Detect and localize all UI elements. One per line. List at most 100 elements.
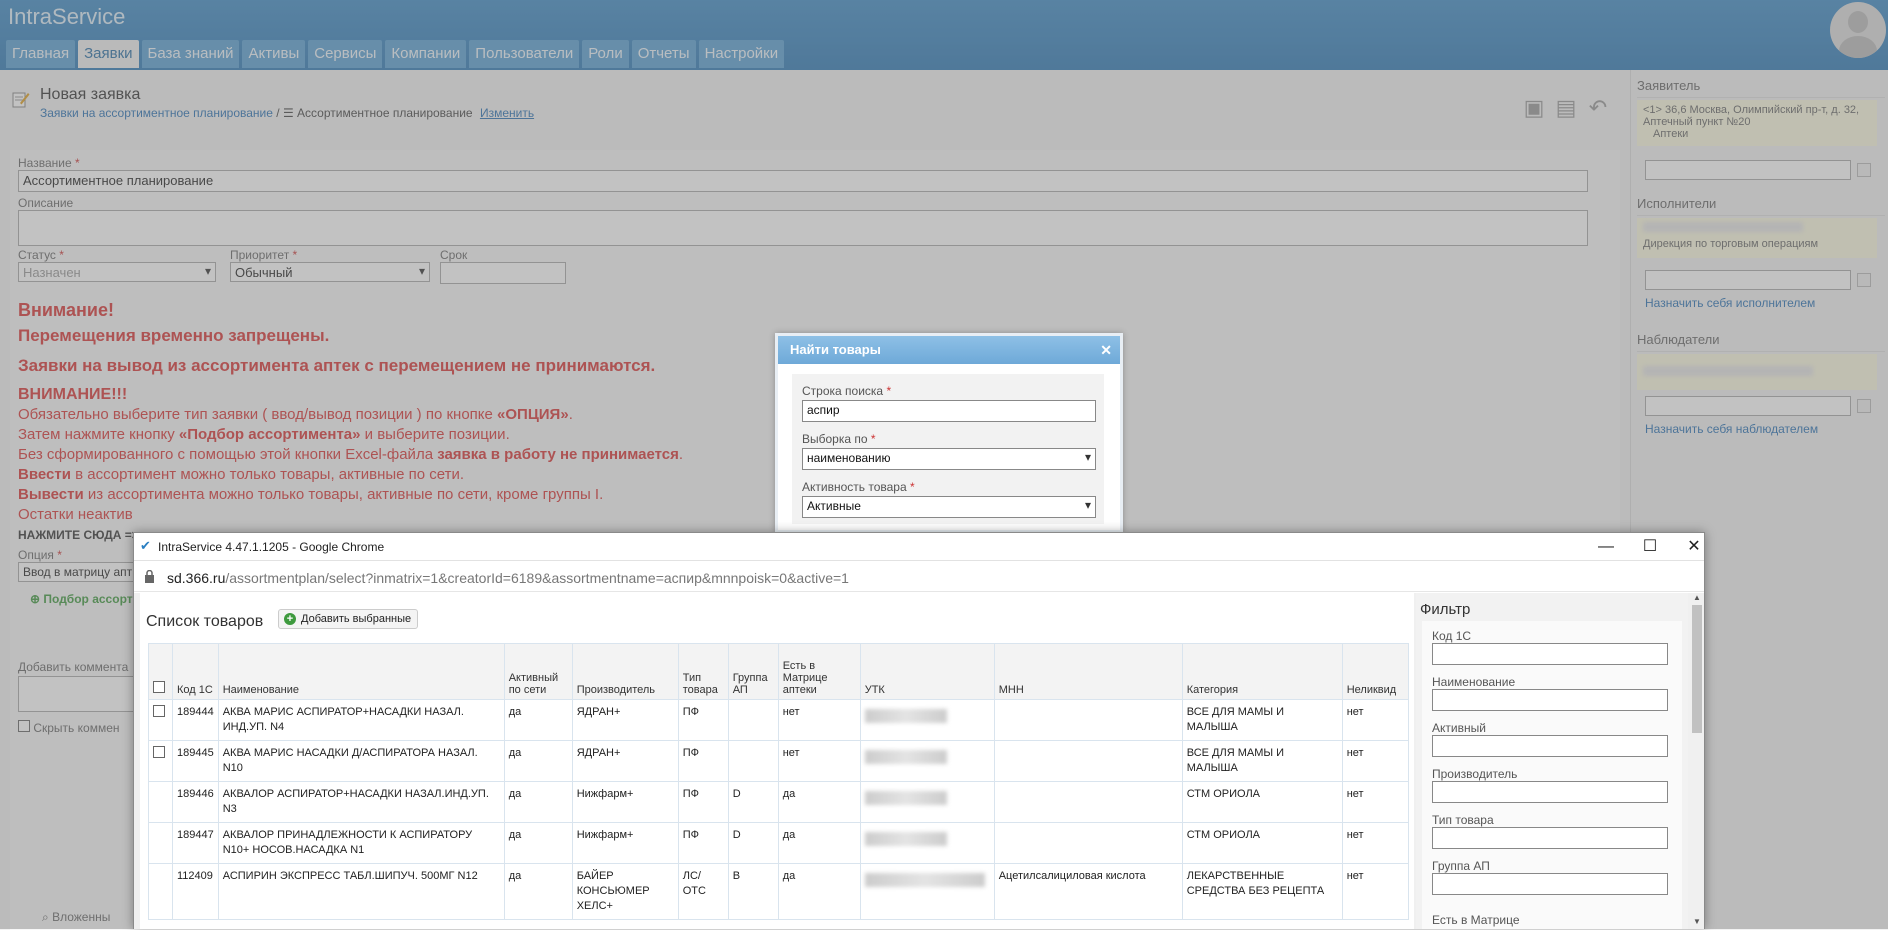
select-all-checkbox[interactable] bbox=[153, 681, 165, 693]
cell-active: да bbox=[503, 699, 573, 741]
filter-pane: Фильтр Код 1С Наименование Активный Прои… bbox=[1416, 593, 1688, 929]
cell-type: ЛС/ОТС bbox=[677, 863, 729, 920]
utk-blurred-value bbox=[864, 709, 947, 723]
filter-title: Фильтр bbox=[1420, 601, 1471, 618]
select-cell[interactable] bbox=[148, 699, 173, 741]
table-row[interactable]: 189444 АКВА МАРИС АСПИРАТОР+НАСАДКИ НАЗАЛ… bbox=[148, 699, 1409, 741]
url-text[interactable]: sd.366.ru/assortmentplan/select?inmatrix… bbox=[167, 570, 849, 586]
filter-input-group[interactable] bbox=[1432, 873, 1668, 895]
filter-input-name[interactable] bbox=[1432, 689, 1668, 711]
filter-input-maker[interactable] bbox=[1432, 781, 1668, 803]
select-by-dropdown[interactable]: наименованию bbox=[802, 448, 1096, 470]
dialog-title: Найти товары bbox=[790, 342, 881, 357]
products-table-body: 189444 АКВА МАРИС АСПИРАТОР+НАСАДКИ НАЗАЛ… bbox=[148, 699, 1409, 920]
cell-type: ПФ bbox=[677, 822, 729, 864]
vertical-scrollbar[interactable]: ▲ ▼ bbox=[1690, 593, 1704, 929]
filter-input-type[interactable] bbox=[1432, 827, 1668, 849]
col-active[interactable]: Активный по сети bbox=[503, 643, 573, 700]
cell-group: B bbox=[727, 863, 779, 920]
select-by-label: Выборка по * bbox=[802, 432, 876, 446]
cell-matrix: да bbox=[777, 822, 861, 864]
cell-type: ПФ bbox=[677, 699, 729, 741]
select-cell[interactable] bbox=[148, 740, 173, 782]
cell-type: ПФ bbox=[677, 781, 729, 823]
dialog-body: Строка поиска * аспир Выборка по * наиме… bbox=[792, 374, 1104, 524]
filter-input-active[interactable] bbox=[1432, 735, 1668, 757]
popup-content: Список товаров + Добавить выбранные Код … bbox=[134, 593, 1704, 929]
col-type[interactable]: Тип товара bbox=[677, 643, 729, 700]
col-name[interactable]: Наименование bbox=[217, 643, 505, 700]
cell-maker: БАЙЕР КОНСЬЮМЕР ХЕЛС+ bbox=[571, 863, 679, 920]
activity-dropdown[interactable]: Активные bbox=[802, 496, 1096, 518]
minimize-button[interactable]: — bbox=[1586, 535, 1626, 559]
select-cell[interactable] bbox=[148, 863, 173, 920]
activity-label: Активность товара * bbox=[802, 480, 915, 494]
col-utk[interactable]: УТК bbox=[859, 643, 995, 700]
maximize-button[interactable]: ☐ bbox=[1630, 535, 1670, 559]
plus-icon: + bbox=[284, 613, 296, 625]
close-icon[interactable]: ✕ bbox=[1100, 336, 1112, 364]
cell-utk bbox=[859, 822, 995, 864]
add-selected-button[interactable]: + Добавить выбранные bbox=[278, 609, 419, 629]
table-row[interactable]: 189447 АКВАЛОР ПРИНАДЛЕЖНОСТИ К АСПИРАТОР… bbox=[148, 822, 1409, 864]
cell-active: да bbox=[503, 822, 573, 864]
filter-label-matrix: Есть в Матрице bbox=[1432, 913, 1520, 927]
filter-label-active: Активный bbox=[1432, 721, 1486, 735]
cell-matrix: да bbox=[777, 863, 861, 920]
cell-matrix: нет bbox=[777, 699, 861, 741]
col-illiquid[interactable]: Неликвид bbox=[1341, 643, 1409, 700]
window-close-button[interactable]: ✕ bbox=[1674, 535, 1714, 559]
cell-category: ВСЕ ДЛЯ МАМЫ И МАЛЫША bbox=[1181, 740, 1343, 782]
utk-blurred-value bbox=[864, 873, 985, 887]
table-header-row: Код 1С Наименование Активный по сети Про… bbox=[148, 643, 1409, 700]
filter-label-maker: Производитель bbox=[1432, 767, 1518, 781]
table-row[interactable]: 189446 АКВАЛОР АСПИРАТОР+НАСАДКИ НАЗАЛ.ИН… bbox=[148, 781, 1409, 823]
scroll-down-icon[interactable]: ▼ bbox=[1693, 917, 1701, 926]
products-table: Код 1С Наименование Активный по сети Про… bbox=[148, 643, 1409, 920]
filter-label-type: Тип товара bbox=[1432, 813, 1494, 827]
add-selected-label: Добавить выбранные bbox=[301, 613, 412, 625]
cell-name: АКВАЛОР ПРИНАДЛЕЖНОСТИ К АСПИРАТОРУ N10+… bbox=[217, 822, 505, 864]
col-category[interactable]: Категория bbox=[1181, 643, 1343, 700]
row-checkbox[interactable] bbox=[153, 746, 165, 758]
col-matrix[interactable]: Есть в Матрице аптеки bbox=[777, 643, 861, 700]
cell-code: 189445 bbox=[172, 740, 219, 782]
scrollbar-thumb[interactable] bbox=[1692, 605, 1702, 733]
cell-utk bbox=[859, 740, 995, 782]
cell-name: АКВА МАРИС НАСАДКИ Д/АСПИРАТОРА НАЗАЛ. N… bbox=[217, 740, 505, 782]
select-all-cell[interactable] bbox=[148, 643, 173, 700]
cell-type: ПФ bbox=[677, 740, 729, 782]
select-cell[interactable] bbox=[148, 781, 173, 823]
utk-blurred-value bbox=[864, 832, 947, 846]
chrome-popup-window: ✔ IntraService 4.47.1.1205 - Google Chro… bbox=[133, 532, 1705, 929]
cell-code: 112409 bbox=[172, 863, 219, 920]
cell-code: 189446 bbox=[172, 781, 219, 823]
col-code[interactable]: Код 1С bbox=[172, 643, 219, 700]
cell-maker: ЯДРАН+ bbox=[571, 699, 679, 741]
col-maker[interactable]: Производитель bbox=[571, 643, 679, 700]
filter-box: Код 1С Наименование Активный Производите… bbox=[1422, 621, 1682, 929]
cell-illiquid: нет bbox=[1341, 822, 1409, 864]
cell-utk bbox=[859, 699, 995, 741]
cell-utk bbox=[859, 781, 995, 823]
row-checkbox[interactable] bbox=[153, 705, 165, 717]
filter-input-code[interactable] bbox=[1432, 643, 1668, 665]
cell-name: АКВА МАРИС АСПИРАТОР+НАСАДКИ НАЗАЛ. ИНД.… bbox=[217, 699, 505, 741]
select-cell[interactable] bbox=[148, 822, 173, 864]
cell-active: да bbox=[503, 781, 573, 823]
cell-group bbox=[727, 699, 779, 741]
cell-matrix: да bbox=[777, 781, 861, 823]
address-bar[interactable]: sd.366.ru/assortmentplan/select?inmatrix… bbox=[134, 562, 1704, 592]
col-group[interactable]: Группа АП bbox=[727, 643, 779, 700]
filter-label-name: Наименование bbox=[1432, 675, 1516, 689]
cell-illiquid: нет bbox=[1341, 740, 1409, 782]
cell-category: СТМ ОРИОЛА bbox=[1181, 822, 1343, 864]
table-row[interactable]: 189445 АКВА МАРИС НАСАДКИ Д/АСПИРАТОРА НА… bbox=[148, 740, 1409, 782]
window-titlebar: ✔ IntraService 4.47.1.1205 - Google Chro… bbox=[134, 533, 1704, 561]
col-mnn[interactable]: МНН bbox=[993, 643, 1183, 700]
cell-illiquid: нет bbox=[1341, 863, 1409, 920]
search-input[interactable]: аспир bbox=[802, 400, 1096, 422]
scroll-up-icon[interactable]: ▲ bbox=[1693, 593, 1701, 602]
cell-code: 189447 bbox=[172, 822, 219, 864]
table-row[interactable]: 112409 АСПИРИН ЭКСПРЕСС ТАБЛ.ШИПУЧ. 500МГ… bbox=[148, 863, 1409, 920]
